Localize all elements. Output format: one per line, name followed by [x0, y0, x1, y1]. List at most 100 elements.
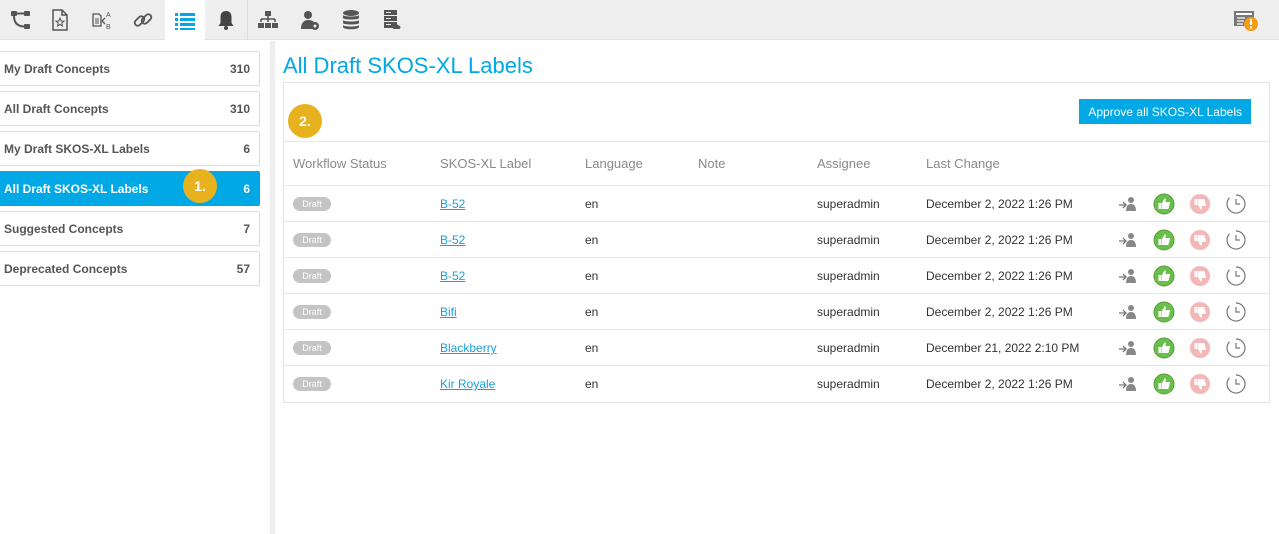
document-star-icon: [52, 9, 68, 31]
sidebar-item-my-draft-concepts[interactable]: My Draft Concepts 310: [0, 51, 260, 86]
approve-button[interactable]: [1153, 265, 1175, 287]
sidebar-item-label: All Draft SKOS-XL Labels: [4, 181, 149, 196]
language-cell: en: [585, 269, 599, 283]
link-icon: [133, 13, 153, 27]
reject-button[interactable]: [1189, 229, 1211, 251]
approve-button[interactable]: [1153, 373, 1175, 395]
status-badge: Draft: [293, 341, 331, 355]
page-title: All Draft SKOS-XL Labels: [283, 53, 533, 78]
sidebar-item-label: My Draft SKOS-XL Labels: [4, 141, 150, 156]
column-header-note[interactable]: Note: [698, 156, 725, 171]
sidebar-item-my-draft-skosxl-labels[interactable]: My Draft SKOS-XL Labels 6: [0, 131, 260, 166]
column-header-assignee[interactable]: Assignee: [817, 156, 870, 171]
language-cell: en: [585, 341, 599, 355]
history-button[interactable]: [1225, 229, 1247, 251]
skosxl-label-link[interactable]: Bifi: [440, 305, 457, 319]
reject-button[interactable]: [1189, 301, 1211, 323]
assign-user-icon: [1119, 233, 1136, 247]
skosxl-label-link[interactable]: B-52: [440, 269, 465, 283]
status-badge: Draft: [293, 377, 331, 391]
reject-button[interactable]: [1189, 265, 1211, 287]
toolbar-sitemap-button[interactable]: [248, 0, 288, 40]
thumbs-up-icon: [1153, 265, 1175, 287]
clock-icon: [1226, 374, 1246, 394]
sidebar-item-all-draft-concepts[interactable]: All Draft Concepts 310: [0, 91, 260, 126]
sidebar-item-suggested-concepts[interactable]: Suggested Concepts 7: [0, 211, 260, 246]
table-row: Draft B-52 en superadmin December 2, 202…: [284, 186, 1269, 222]
assign-user-icon: [1119, 341, 1136, 355]
history-button[interactable]: [1225, 373, 1247, 395]
approve-all-button[interactable]: Approve all SKOS-XL Labels: [1079, 99, 1251, 124]
status-badge: Draft: [293, 269, 331, 283]
thumbs-down-icon: [1190, 302, 1210, 322]
svg-text:A: A: [106, 12, 111, 19]
sidebar-item-label: Deprecated Concepts: [4, 261, 128, 276]
toolbar-notifications-button[interactable]: [206, 0, 246, 40]
status-badge: Draft: [293, 233, 331, 247]
column-header-skosxl-label[interactable]: SKOS-XL Label: [440, 156, 531, 171]
last-change-cell: December 2, 2022 1:26 PM: [926, 377, 1073, 391]
column-header-last-change[interactable]: Last Change: [926, 156, 1000, 171]
panel-splitter[interactable]: [270, 41, 275, 534]
toolbar-list-button[interactable]: [165, 0, 205, 41]
approve-button[interactable]: [1153, 229, 1175, 251]
sidebar-item-count: 57: [236, 261, 250, 276]
thumbs-down-icon: [1190, 374, 1210, 394]
thumbs-down-icon: [1190, 230, 1210, 250]
table-row: Draft Kir Royale en superadmin December …: [284, 366, 1269, 402]
clock-icon: [1226, 302, 1246, 322]
thumbs-down-icon: [1190, 266, 1210, 286]
skosxl-label-link[interactable]: B-52: [440, 197, 465, 211]
history-button[interactable]: [1225, 337, 1247, 359]
assign-button[interactable]: [1117, 373, 1139, 395]
sidebar-item-all-draft-skosxl-labels[interactable]: All Draft SKOS-XL Labels 6: [0, 171, 260, 206]
clock-icon: [1226, 266, 1246, 286]
reject-button[interactable]: [1189, 193, 1211, 215]
last-change-cell: December 21, 2022 2:10 PM: [926, 341, 1080, 355]
assignee-cell: superadmin: [817, 377, 880, 391]
assign-button[interactable]: [1117, 193, 1139, 215]
server-cloud-icon: [384, 10, 401, 29]
assign-button[interactable]: [1117, 301, 1139, 323]
skosxl-label-link[interactable]: B-52: [440, 233, 465, 247]
column-header-workflow-status[interactable]: Workflow Status: [293, 156, 387, 171]
clock-icon: [1226, 230, 1246, 250]
toolbar-user-settings-button[interactable]: [290, 0, 330, 40]
reject-button[interactable]: [1189, 373, 1211, 395]
assign-button[interactable]: [1117, 265, 1139, 287]
assign-button[interactable]: [1117, 229, 1139, 251]
skosxl-label-link[interactable]: Kir Royale: [440, 377, 495, 391]
skosxl-label-link[interactable]: Blackberry: [440, 341, 497, 355]
toolbar-hierarchy-button[interactable]: [0, 0, 40, 40]
sidebar-item-deprecated-concepts[interactable]: Deprecated Concepts 57: [0, 251, 260, 286]
thumbs-up-icon: [1153, 229, 1175, 251]
toolbar-database-button[interactable]: [331, 0, 371, 40]
alerts-button[interactable]: [1230, 6, 1262, 36]
callout-badge-2: 2.: [288, 104, 322, 138]
toolbar-server-button[interactable]: [372, 0, 412, 40]
toolbar-labels-button[interactable]: AB: [82, 0, 122, 40]
history-button[interactable]: [1225, 265, 1247, 287]
thumbs-down-icon: [1190, 194, 1210, 214]
history-button[interactable]: [1225, 301, 1247, 323]
approve-button[interactable]: [1153, 193, 1175, 215]
reject-button[interactable]: [1189, 337, 1211, 359]
callout-badge-1: 1.: [183, 169, 217, 203]
approve-button[interactable]: [1153, 337, 1175, 359]
toolbar-favorites-button[interactable]: [40, 0, 80, 40]
status-badge: Draft: [293, 197, 331, 211]
bell-icon: [218, 11, 234, 30]
column-header-language[interactable]: Language: [585, 156, 643, 171]
tree-branch-icon: [11, 11, 30, 29]
approve-button[interactable]: [1153, 301, 1175, 323]
history-button[interactable]: [1225, 193, 1247, 215]
document-ab-icon: AB: [92, 12, 111, 31]
svg-text:B: B: [106, 24, 111, 31]
assign-user-icon: [1119, 197, 1136, 211]
last-change-cell: December 2, 2022 1:26 PM: [926, 305, 1073, 319]
assignee-cell: superadmin: [817, 197, 880, 211]
thumbs-up-icon: [1153, 193, 1175, 215]
toolbar-links-button[interactable]: [123, 0, 163, 40]
status-badge: Draft: [293, 305, 331, 319]
assign-button[interactable]: [1117, 337, 1139, 359]
